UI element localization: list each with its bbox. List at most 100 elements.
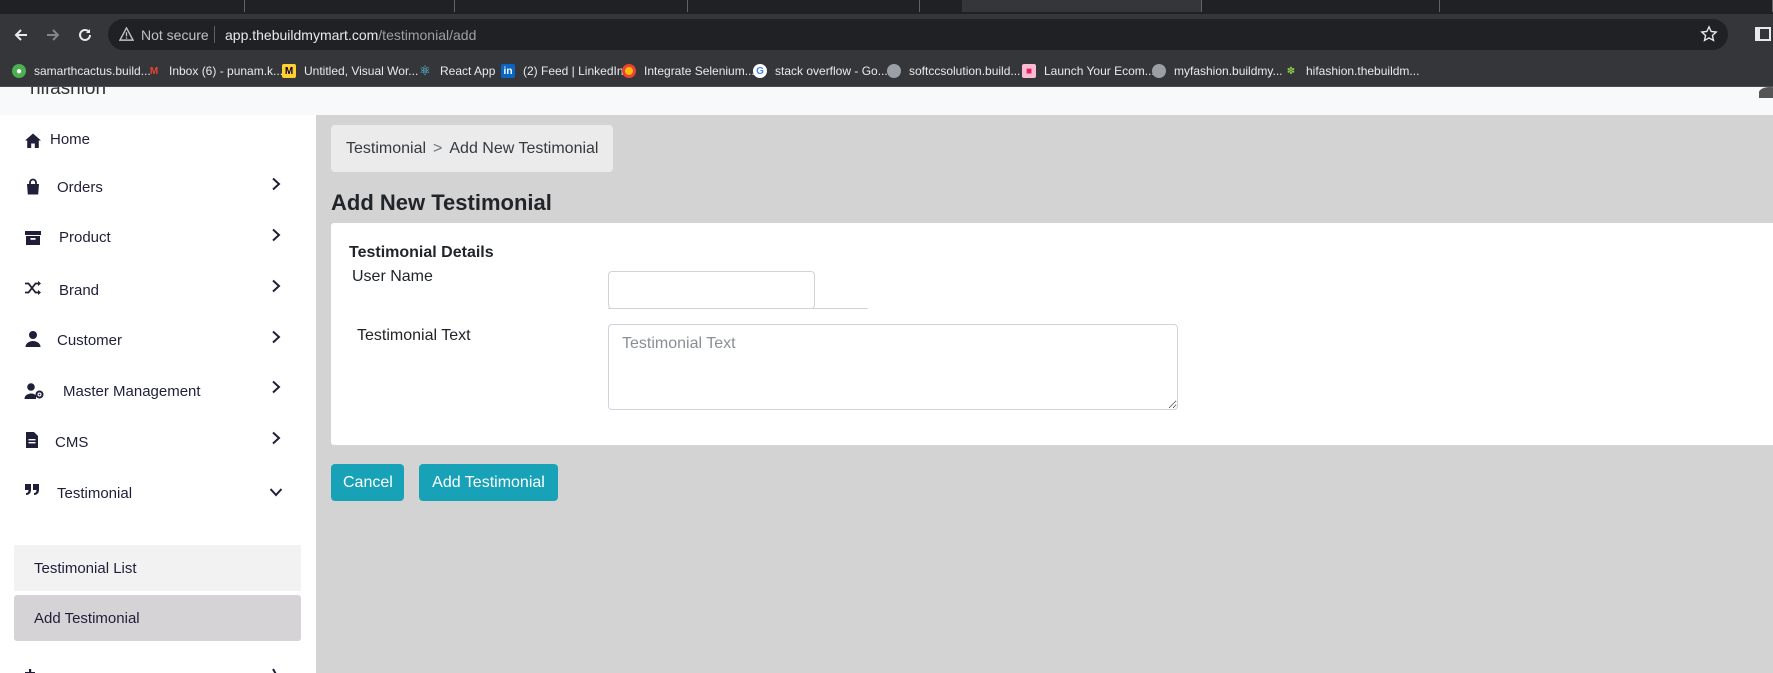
app-page: hifashion Home Orders Product Brand Cust… bbox=[0, 87, 1773, 673]
gmail-icon: M bbox=[149, 65, 159, 77]
bookmark-item[interactable]: M Untitled, Visual Wor... bbox=[282, 63, 418, 79]
bookmark-item[interactable]: ⚛ React App bbox=[418, 63, 495, 79]
random-icon bbox=[25, 281, 41, 295]
url-text[interactable]: app.thebuildmymart.com/testimonial/add bbox=[225, 27, 476, 43]
add-testimonial-button[interactable]: Add Testimonial bbox=[419, 464, 558, 501]
sidebar-item-label: Testimonial bbox=[57, 485, 133, 502]
store-favicon: ■ bbox=[1022, 64, 1036, 78]
reload-button[interactable] bbox=[72, 22, 98, 48]
bookmark-item[interactable]: Integrate Selenium... bbox=[622, 63, 755, 79]
globe-icon bbox=[1152, 64, 1166, 78]
plus-icon bbox=[25, 669, 35, 673]
security-label[interactable]: Not secure bbox=[141, 27, 209, 43]
url-path: /testimonial/add bbox=[378, 27, 477, 43]
browser-tab[interactable] bbox=[688, 0, 920, 12]
bookmark-label: Integrate Selenium... bbox=[644, 64, 755, 78]
sidebar-item-label: CMS bbox=[55, 434, 89, 451]
user-name-field-wrap bbox=[608, 271, 868, 309]
bookmark-item[interactable]: ● samarthcactus.build... bbox=[12, 63, 151, 79]
sidebar-item-orders[interactable]: Orders bbox=[0, 164, 316, 210]
sidebar-subitem-label: Add Testimonial bbox=[34, 610, 140, 627]
back-arrow-icon bbox=[14, 29, 27, 41]
cancel-button[interactable]: Cancel bbox=[331, 464, 404, 501]
section-title: Testimonial Details bbox=[349, 244, 494, 261]
forward-button[interactable] bbox=[40, 22, 66, 48]
bookmark-label: (2) Feed | LinkedIn bbox=[523, 64, 624, 78]
side-panel-icon[interactable] bbox=[1755, 26, 1771, 42]
breadcrumb-current: Add New Testimonial bbox=[449, 139, 599, 157]
user-avatar[interactable] bbox=[1759, 87, 1773, 98]
main-content: Testimonial > Add New Testimonial Add Ne… bbox=[316, 115, 1773, 673]
chevron-right-icon bbox=[272, 279, 281, 293]
browser-tab[interactable] bbox=[1202, 0, 1440, 12]
google-icon: G bbox=[753, 64, 767, 78]
sidebar-subitem-testimonial-list[interactable]: Testimonial List bbox=[14, 545, 301, 591]
bookmarks-bar: ● samarthcactus.build... M Inbox (6) - pun… bbox=[0, 55, 1773, 87]
chevron-right-icon bbox=[272, 380, 281, 394]
back-button[interactable] bbox=[8, 22, 34, 48]
address-bar[interactable]: Not secure app.thebuildmymart.com/testim… bbox=[108, 19, 1728, 50]
app-topbar: hifashion bbox=[0, 87, 1773, 115]
chevron-down-icon bbox=[269, 488, 283, 497]
bookmark-label: stack overflow - Go... bbox=[775, 64, 888, 78]
breadcrumb-link-testimonial[interactable]: Testimonial bbox=[346, 140, 426, 158]
chrome-favicon bbox=[622, 64, 636, 78]
sidebar-item-product[interactable]: Product bbox=[0, 215, 316, 261]
archive-icon bbox=[25, 231, 41, 245]
browser-tab[interactable] bbox=[1440, 0, 1773, 12]
bookmark-label: myfashion.buildmy... bbox=[1174, 64, 1283, 78]
miro-icon: M bbox=[282, 64, 296, 78]
testimonial-details-card: Testimonial Details User Name Testimonia… bbox=[331, 223, 1773, 445]
browser-tab[interactable] bbox=[455, 0, 688, 12]
browser-tab[interactable] bbox=[0, 0, 245, 12]
cactus-favicon: ● bbox=[12, 64, 26, 78]
bookmark-item[interactable]: M Inbox (6) - punam.k... bbox=[147, 63, 283, 79]
bookmark-label: Launch Your Ecom... bbox=[1044, 64, 1155, 78]
sidebar-item-customer[interactable]: Customer bbox=[0, 317, 316, 363]
bookmark-item[interactable]: myfashion.buildmy... bbox=[1152, 63, 1283, 79]
bookmark-item[interactable]: ✽ hifashion.thebuildm... bbox=[1284, 63, 1420, 79]
plant-favicon: ✽ bbox=[1286, 65, 1296, 77]
testimonial-text-input[interactable] bbox=[608, 324, 1178, 410]
globe-icon bbox=[887, 64, 901, 78]
bookmark-label: hifashion.thebuildm... bbox=[1306, 64, 1420, 78]
bookmark-star-icon[interactable] bbox=[1700, 25, 1718, 43]
bookmark-item[interactable]: ■ Launch Your Ecom... bbox=[1022, 63, 1155, 79]
browser-tab-active[interactable] bbox=[962, 0, 1202, 12]
breadcrumb: Testimonial > Add New Testimonial bbox=[331, 125, 614, 172]
brand-logo-text[interactable]: hifashion bbox=[30, 87, 106, 100]
forward-arrow-icon bbox=[47, 29, 60, 41]
chevron-right-icon bbox=[272, 177, 281, 191]
sidebar-item-label: Brand bbox=[59, 282, 100, 299]
browser-tab[interactable] bbox=[245, 0, 455, 12]
linkedin-icon: in bbox=[501, 64, 515, 78]
sidebar-item-master-management[interactable]: Master Management bbox=[0, 368, 316, 414]
reload-icon bbox=[79, 28, 91, 41]
sidebar-item-label: Orders bbox=[57, 179, 103, 196]
url-host: app.thebuildmymart.com bbox=[225, 27, 379, 43]
sidebar-item-brand[interactable]: Brand bbox=[0, 266, 316, 312]
shopping-bag-icon bbox=[27, 178, 39, 195]
sidebar-subitem-label: Testimonial List bbox=[34, 560, 137, 577]
bookmark-label: Untitled, Visual Wor... bbox=[304, 64, 419, 78]
warning-icon bbox=[119, 27, 134, 41]
file-icon bbox=[26, 432, 38, 448]
user-name-input[interactable] bbox=[608, 271, 815, 309]
chevron-right-icon bbox=[272, 330, 281, 344]
bookmark-label: samarthcactus.build... bbox=[34, 64, 151, 78]
sidebar-item-cms[interactable]: CMS bbox=[0, 419, 316, 465]
bookmark-item[interactable]: Gstack overflow - Go... bbox=[753, 63, 888, 79]
chevron-right-icon bbox=[272, 668, 277, 673]
bookmark-label: softccsolution.build... bbox=[909, 64, 1021, 78]
sidebar-subitem-add-testimonial[interactable]: Add Testimonial bbox=[14, 595, 301, 641]
sidebar: Home Orders Product Brand Customer Maste… bbox=[0, 115, 316, 673]
breadcrumb-separator: > bbox=[433, 139, 443, 157]
chevron-right-icon bbox=[272, 228, 281, 242]
sidebar-item-label: Product bbox=[59, 229, 111, 246]
sidebar-item-testimonial[interactable]: Testimonial bbox=[0, 470, 316, 516]
sidebar-item-label: Customer bbox=[57, 332, 123, 349]
sidebar-item-home[interactable]: Home bbox=[0, 115, 316, 161]
sidebar-item-label: Home bbox=[50, 131, 91, 148]
bookmark-item[interactable]: in (2) Feed | LinkedIn bbox=[501, 63, 624, 79]
bookmark-item[interactable]: softccsolution.build... bbox=[887, 63, 1020, 79]
